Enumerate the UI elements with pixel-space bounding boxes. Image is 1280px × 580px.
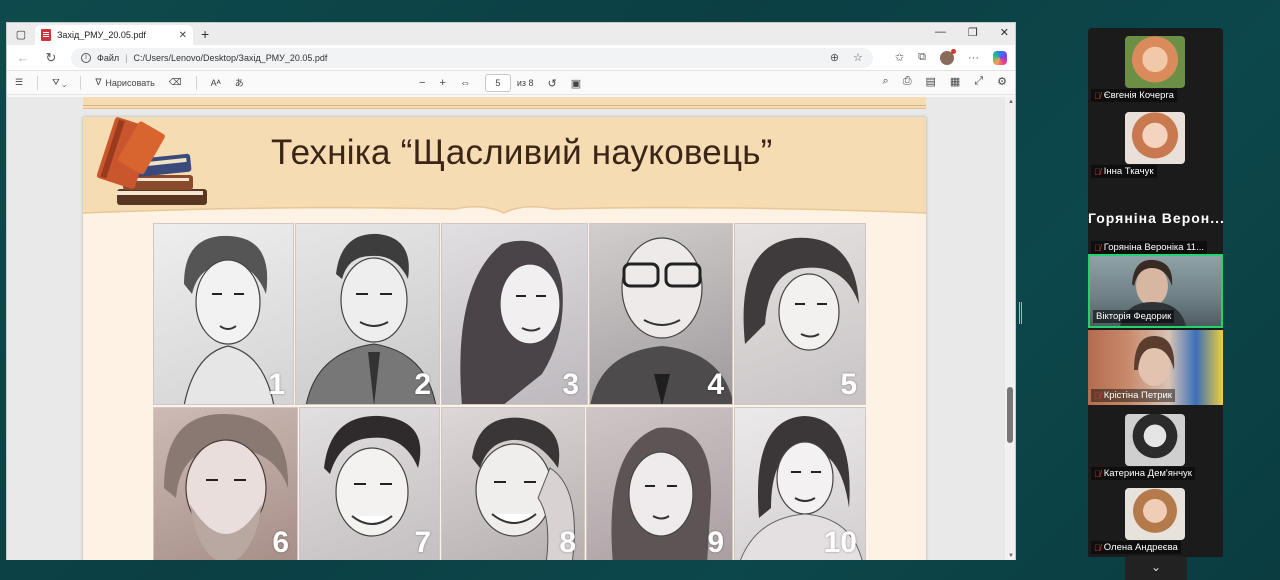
participant-tile[interactable]: 🎙̸ Євгенія Кочерга [1088, 30, 1223, 105]
participants-panel: 🎙̸ Євгенія Кочерга 🎙̸ Інна Ткачук Горяні… [1088, 28, 1223, 557]
pdf-viewport: Техніка “Щасливий науковець” 1 2 3 4 5 6… [7, 23, 1015, 560]
portrait-8: 8 [441, 407, 585, 560]
mic-muted-icon: 🎙̸ [1094, 542, 1101, 553]
portrait-5: 5 [734, 223, 866, 405]
scroll-down-icon[interactable]: ▼ [1008, 553, 1014, 559]
scroll-up-icon[interactable]: ▲ [1008, 99, 1014, 105]
participant-name: Олена Андреєва [1103, 542, 1178, 553]
participant-name-tag: 🎙̸ Горяніна Вероніка 11... [1091, 241, 1208, 254]
mic-muted-icon: 🎙̸ [1094, 166, 1101, 177]
portrait-number: 8 [559, 526, 576, 559]
portrait-number: 4 [707, 368, 724, 401]
slide-title: Техніка “Щасливий науковець” [271, 133, 773, 172]
mic-muted-icon: 🎙̸ [1094, 468, 1101, 479]
participant-name: Катерина Дем'янчук [1103, 468, 1192, 479]
participant-photo [1125, 112, 1185, 164]
mic-muted-icon: 🎙̸ [1094, 242, 1101, 253]
participant-photo [1125, 488, 1185, 540]
portrait-2: 2 [295, 223, 440, 405]
mic-muted-icon: 🎙̸ [1094, 90, 1101, 101]
portrait-number: 6 [272, 526, 289, 559]
participant-name: Горяніна Вероніка 11... [1103, 242, 1205, 253]
participant-photo [1125, 414, 1185, 466]
previous-page-edge [83, 97, 926, 109]
participant-name: Крістіна Петрик [1103, 390, 1172, 401]
portrait-3: 3 [441, 223, 588, 405]
slide-page: Техніка “Щасливий науковець” 1 2 3 4 5 6… [83, 117, 926, 560]
participant-tile[interactable]: Горяніна Верон... 🎙̸ Горяніна Вероніка 1… [1088, 182, 1223, 257]
portrait-4: 4 [589, 223, 733, 405]
participant-name-tag: Вікторія Федорик [1093, 310, 1175, 323]
portrait-number: 10 [823, 526, 857, 559]
participant-tile[interactable]: 🎙̸ Інна Ткачук [1088, 106, 1223, 181]
pdf-viewer[interactable]: Техніка “Щасливий науковець” 1 2 3 4 5 6… [7, 97, 1015, 560]
mic-muted-icon: 🎙̸ [1094, 390, 1101, 401]
participant-tile[interactable]: 🎙̸ Олена Андреєва [1088, 482, 1223, 557]
participant-name: Євгенія Кочерга [1103, 90, 1174, 101]
participant-tile[interactable]: 🎙̸ Крістіна Петрик [1088, 330, 1223, 405]
portrait-7: 7 [299, 407, 440, 560]
portrait-1: 1 [153, 223, 294, 405]
participant-name: Інна Ткачук [1103, 166, 1154, 177]
participant-photo [1125, 36, 1185, 88]
participant-tile[interactable]: 🎙̸ Катерина Дем'янчук [1088, 408, 1223, 483]
portrait-10: 10 [734, 407, 866, 560]
participant-name-tag: 🎙̸ Інна Ткачук [1091, 165, 1157, 178]
participant-name-tag: 🎙̸ Олена Андреєва [1091, 541, 1181, 554]
portrait-number: 1 [268, 368, 285, 401]
scroll-thumb[interactable] [1007, 387, 1013, 443]
portrait-6: 6 [153, 407, 298, 560]
participant-name-tag: 🎙̸ Катерина Дем'янчук [1091, 467, 1195, 480]
portrait-number: 9 [707, 526, 724, 559]
portrait-number: 3 [562, 368, 579, 401]
participant-name: Вікторія Федорик [1096, 311, 1172, 322]
portrait-9: 9 [586, 407, 733, 560]
books-icon [97, 117, 207, 205]
portrait-number: 7 [414, 526, 431, 559]
participant-name-tag: 🎙̸ Євгенія Кочерга [1091, 89, 1177, 102]
portrait-number: 2 [414, 368, 431, 401]
portrait-number: 5 [840, 368, 857, 401]
participant-tile-active[interactable]: Вікторія Федорик [1088, 254, 1223, 328]
portrait-grid: 1 2 3 4 5 6 7 8 9 10 [153, 223, 866, 560]
participant-display-name: Горяніна Верон... [1088, 210, 1223, 226]
chevron-down-icon[interactable]: ⌄ [1125, 556, 1187, 580]
participant-name-tag: 🎙̸ Крістіна Петрик [1091, 389, 1175, 402]
resize-handle[interactable] [1019, 302, 1022, 324]
vertical-scrollbar[interactable]: ▲ ▼ [1005, 97, 1015, 560]
